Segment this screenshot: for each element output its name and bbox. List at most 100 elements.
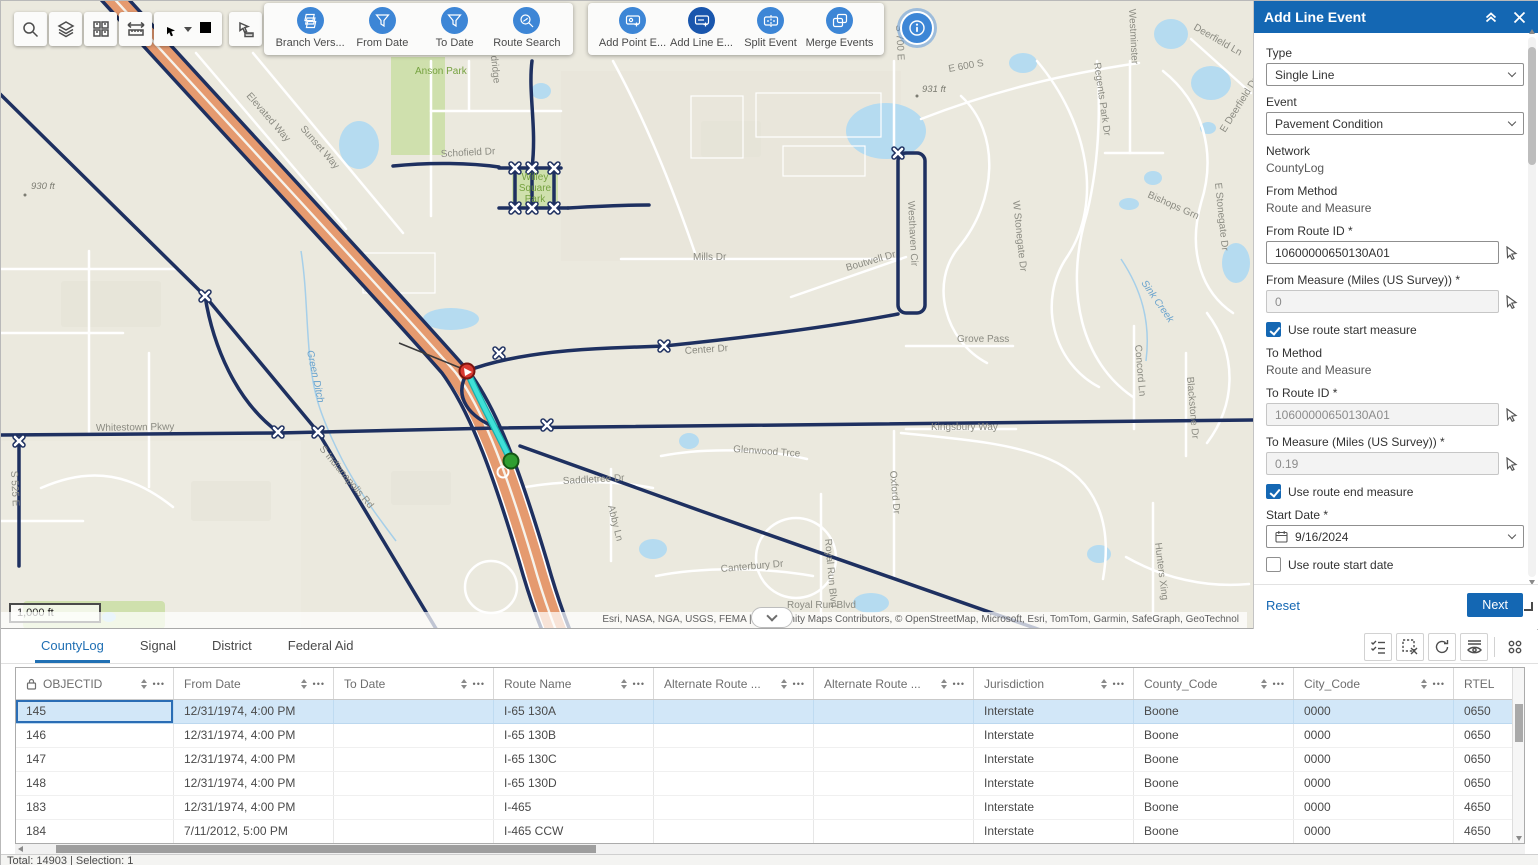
close-panel-button[interactable] [1509, 7, 1529, 27]
table-cell[interactable] [814, 820, 974, 843]
table-cell[interactable]: 12/31/1974, 4:00 PM [174, 724, 334, 747]
table-cell[interactable]: 0000 [1294, 700, 1454, 723]
table-cell[interactable]: 0000 [1294, 820, 1454, 843]
use-route-start-measure-checkbox[interactable] [1266, 322, 1281, 337]
show-selected-records-button[interactable] [1364, 633, 1392, 661]
table-cell[interactable]: 0000 [1294, 796, 1454, 819]
table-cell[interactable]: 4650 [1454, 820, 1516, 843]
table-cell[interactable] [334, 820, 494, 843]
column-header[interactable]: OBJECTID••• [16, 668, 174, 699]
panel-resize-handle[interactable] [1524, 602, 1533, 611]
column-header[interactable]: County_Code••• [1134, 668, 1294, 699]
column-header[interactable]: Route Name••• [494, 668, 654, 699]
table-cell[interactable]: 7/11/2012, 5:00 PM [174, 820, 334, 843]
vertical-scrollbar[interactable] [1512, 668, 1524, 843]
column-header[interactable]: To Date••• [334, 668, 494, 699]
scroll-up-arrow[interactable] [1529, 29, 1535, 34]
table-cell[interactable]: Boone [1134, 700, 1294, 723]
sort-icon[interactable] [1421, 679, 1427, 689]
table-actions-menu-button[interactable] [1501, 633, 1529, 661]
table-cell[interactable]: Boone [1134, 724, 1294, 747]
horizontal-scrollbar[interactable] [15, 844, 1525, 854]
tab-signal[interactable]: Signal [140, 630, 176, 664]
table-cell[interactable]: 0650 [1454, 772, 1516, 795]
table-cell[interactable]: 12/31/1974, 4:00 PM [174, 772, 334, 795]
column-menu-icon[interactable]: ••• [313, 679, 325, 689]
toggle-field-visibility-button[interactable] [1460, 633, 1488, 661]
column-header[interactable]: Jurisdiction••• [974, 668, 1134, 699]
table-cell[interactable] [334, 796, 494, 819]
select-icon[interactable] [161, 21, 177, 37]
table-cell[interactable] [654, 724, 814, 747]
table-cell[interactable] [334, 748, 494, 771]
table-cell[interactable]: 146 [16, 724, 174, 747]
table-row[interactable]: 14812/31/1974, 4:00 PMI-65 130DInterstat… [16, 772, 1524, 796]
pick-to-route-on-map-button[interactable] [1505, 408, 1519, 422]
column-menu-icon[interactable]: ••• [473, 679, 485, 689]
table-cell[interactable] [654, 748, 814, 771]
next-button[interactable]: Next [1467, 593, 1523, 617]
table-cell[interactable] [654, 700, 814, 723]
table-row[interactable]: 14712/31/1974, 4:00 PMI-65 130CInterstat… [16, 748, 1524, 772]
table-cell[interactable]: Interstate [974, 700, 1134, 723]
collapse-table-button[interactable] [751, 607, 793, 628]
table-cell[interactable]: 12/31/1974, 4:00 PM [174, 700, 334, 723]
from-route-id-input[interactable] [1266, 241, 1499, 264]
sort-icon[interactable] [781, 679, 787, 689]
table-cell[interactable]: 184 [16, 820, 174, 843]
add-line-event-tool[interactable]: Add Line E... [667, 7, 736, 49]
pick-from-measure-on-map-button[interactable] [1505, 295, 1519, 309]
sort-icon[interactable] [141, 679, 147, 689]
start-measure-marker[interactable] [460, 364, 475, 379]
table-cell[interactable]: 0650 [1454, 700, 1516, 723]
table-cell[interactable] [814, 724, 974, 747]
event-select[interactable]: Pavement Condition [1266, 112, 1524, 135]
sort-icon[interactable] [461, 679, 467, 689]
split-event-tool[interactable]: Split Event [736, 7, 805, 49]
info-button[interactable] [900, 11, 934, 45]
table-cell[interactable] [814, 700, 974, 723]
scroll-down-arrow[interactable] [1516, 836, 1522, 841]
table-cell[interactable]: Interstate [974, 772, 1134, 795]
table-cell[interactable]: Interstate [974, 796, 1134, 819]
table-cell[interactable] [334, 772, 494, 795]
end-measure-marker[interactable] [504, 454, 519, 469]
table-cell[interactable]: Boone [1134, 796, 1294, 819]
table-cell[interactable]: I-65 130B [494, 724, 654, 747]
table-cell[interactable] [654, 820, 814, 843]
column-header[interactable]: RTEL [1454, 668, 1516, 699]
table-cell[interactable] [814, 748, 974, 771]
search-tool-button[interactable] [14, 12, 47, 46]
table-cell[interactable]: I-65 130C [494, 748, 654, 771]
column-menu-icon[interactable]: ••• [633, 679, 645, 689]
table-cell[interactable]: Boone [1134, 772, 1294, 795]
column-header[interactable]: Alternate Route ...••• [814, 668, 974, 699]
column-header[interactable]: From Date••• [174, 668, 334, 699]
pick-to-measure-on-map-button[interactable] [1505, 457, 1519, 471]
column-header[interactable]: City_Code••• [1294, 668, 1454, 699]
panel-scrollbar[interactable] [1528, 37, 1536, 577]
branch-versions-tool[interactable]: Branch Vers... [274, 7, 346, 49]
table-cell[interactable]: I-65 130A [494, 700, 654, 723]
table-cell[interactable] [334, 700, 494, 723]
table-cell[interactable]: Interstate [974, 748, 1134, 771]
table-cell[interactable]: 12/31/1974, 4:00 PM [174, 796, 334, 819]
refresh-button[interactable] [1428, 633, 1456, 661]
table-row[interactable]: 1847/11/2012, 5:00 PMI-465 CCWInterstate… [16, 820, 1524, 844]
table-cell[interactable]: 12/31/1974, 4:00 PM [174, 748, 334, 771]
table-cell[interactable] [654, 796, 814, 819]
table-cell[interactable] [334, 724, 494, 747]
table-cell[interactable] [654, 772, 814, 795]
table-row[interactable]: 14612/31/1974, 4:00 PMI-65 130BInterstat… [16, 724, 1524, 748]
table-cell[interactable]: 0000 [1294, 748, 1454, 771]
clear-selection-icon[interactable] [199, 21, 215, 37]
table-cell[interactable]: Boone [1134, 748, 1294, 771]
merge-events-tool[interactable]: Merge Events [805, 7, 874, 49]
column-menu-icon[interactable]: ••• [153, 679, 165, 689]
column-menu-icon[interactable]: ••• [1113, 679, 1125, 689]
clear-table-selection-button[interactable] [1396, 633, 1424, 661]
column-menu-icon[interactable]: ••• [793, 679, 805, 689]
table-cell[interactable]: 145 [16, 700, 174, 723]
sort-icon[interactable] [301, 679, 307, 689]
select-dropdown-caret[interactable] [184, 27, 192, 32]
